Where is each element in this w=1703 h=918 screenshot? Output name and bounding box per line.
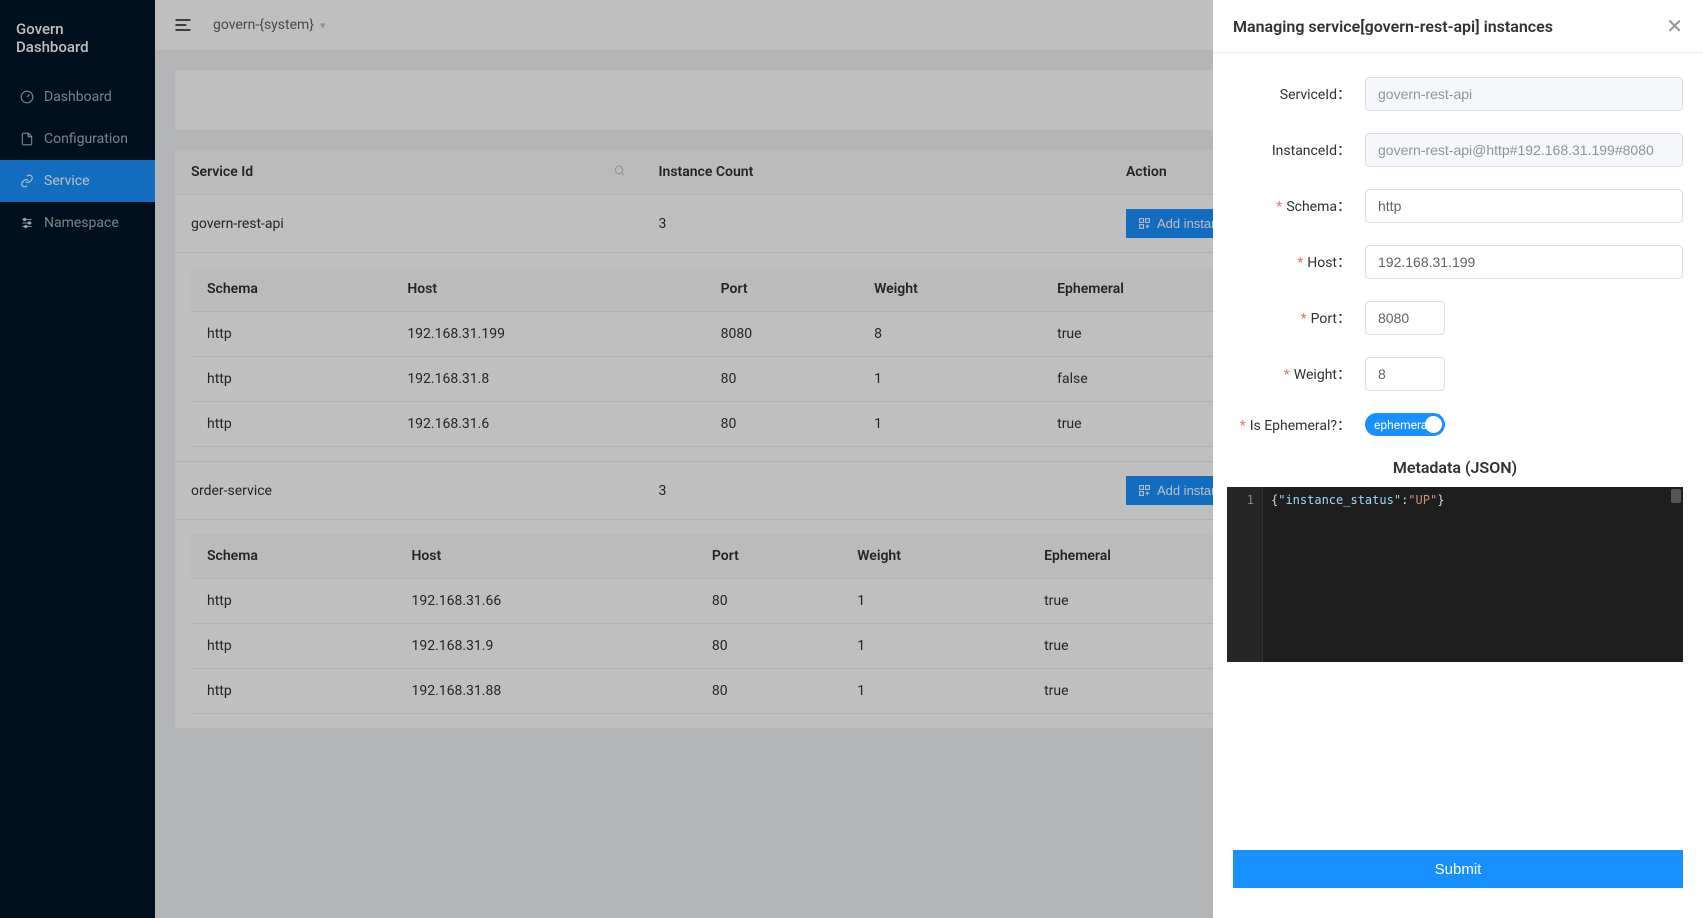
port-field[interactable]: [1365, 301, 1445, 335]
editor-scrollbar[interactable]: [1671, 489, 1681, 660]
host-field[interactable]: [1365, 245, 1683, 279]
instance-drawer: Managing service[govern-rest-api] instan…: [1213, 0, 1703, 918]
switch-knob: [1425, 416, 1442, 433]
drawer-title: Managing service[govern-rest-api] instan…: [1233, 17, 1553, 36]
ephemeral-switch[interactable]: ephemeral: [1365, 413, 1445, 436]
schema-field[interactable]: [1365, 189, 1683, 223]
close-icon[interactable]: ✕: [1666, 14, 1683, 38]
editor-content[interactable]: {"instance_status":"UP"}: [1263, 487, 1683, 662]
instance-id-field: [1365, 133, 1683, 167]
overlay-mask[interactable]: [0, 0, 1213, 918]
switch-label: ephemeral: [1365, 418, 1430, 432]
label-instance-id: InstanceId: [1272, 143, 1337, 159]
label-host: Host: [1307, 255, 1337, 271]
metadata-heading: Metadata (JSON): [1227, 458, 1683, 477]
label-port: Port: [1311, 311, 1337, 327]
weight-field[interactable]: [1365, 357, 1445, 391]
label-service-id: ServiceId: [1280, 87, 1337, 103]
service-id-field: [1365, 77, 1683, 111]
label-ephemeral: Is Ephemeral?: [1250, 418, 1337, 434]
label-weight: Weight: [1294, 367, 1337, 383]
metadata-editor[interactable]: 1 {"instance_status":"UP"}: [1227, 487, 1683, 662]
editor-gutter: 1: [1227, 487, 1263, 662]
label-schema: Schema: [1286, 199, 1337, 215]
submit-button[interactable]: Submit: [1233, 850, 1683, 888]
